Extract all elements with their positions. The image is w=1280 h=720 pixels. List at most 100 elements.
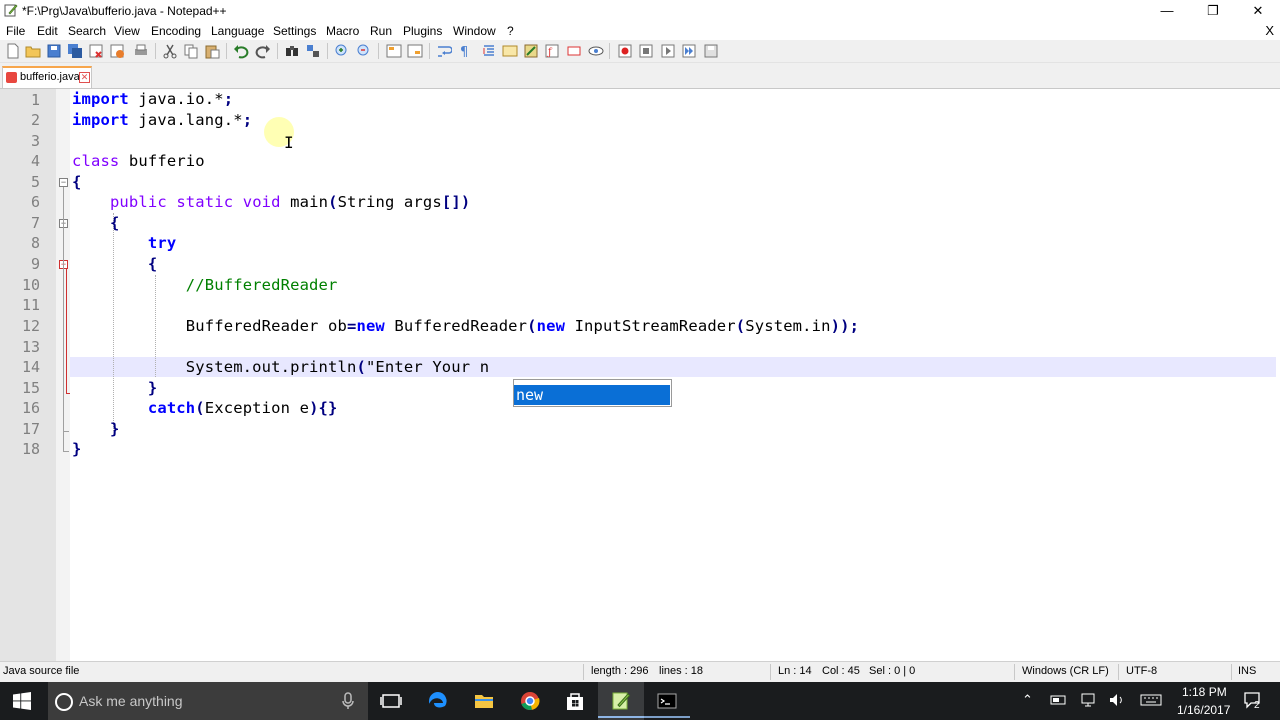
code-line-2: import java.lang.*;: [72, 111, 253, 129]
undo-icon[interactable]: [233, 43, 249, 59]
save-all-icon[interactable]: [67, 43, 83, 59]
battery-icon[interactable]: [1050, 693, 1068, 707]
command-prompt-icon[interactable]: [656, 690, 678, 712]
menu-view[interactable]: View: [114, 24, 140, 38]
minimize-button[interactable]: —: [1144, 0, 1190, 21]
show-hidden-icons-icon[interactable]: ⌃: [1022, 692, 1033, 708]
taskbar-time[interactable]: 1:18 PM: [1182, 685, 1227, 699]
save-icon[interactable]: [46, 43, 62, 59]
sync-vertical-icon[interactable]: [386, 43, 402, 59]
task-view-icon[interactable]: [380, 690, 402, 712]
new-file-icon[interactable]: [5, 43, 21, 59]
code-line-1: import java.io.*;: [72, 90, 234, 108]
menu-plugins[interactable]: Plugins: [403, 24, 442, 38]
run-macro-multiple-icon[interactable]: [681, 43, 697, 59]
microphone-icon[interactable]: [342, 692, 354, 710]
stop-recording-icon[interactable]: [638, 43, 654, 59]
status-col: Col : 45: [822, 665, 860, 677]
line-number: 7: [30, 214, 40, 232]
code-line-15: }: [147, 379, 158, 397]
line-number: 17: [21, 420, 40, 438]
record-macro-icon[interactable]: [617, 43, 633, 59]
file-explorer-icon[interactable]: [473, 690, 495, 712]
volume-icon[interactable]: [1108, 692, 1126, 708]
line-number: 5: [30, 173, 40, 191]
close-all-icon[interactable]: [109, 43, 125, 59]
save-macro-icon[interactable]: [703, 43, 719, 59]
menu-encoding[interactable]: Encoding: [151, 24, 201, 38]
status-length: length : 296: [591, 665, 649, 677]
menu-window[interactable]: Window: [453, 24, 496, 38]
fold-toggle-icon[interactable]: −: [59, 178, 68, 187]
line-number: 10: [21, 276, 40, 294]
function-list-icon[interactable]: ƒ: [544, 43, 560, 59]
code-line-4: class bufferio: [72, 152, 205, 170]
code-line-17: }: [109, 420, 120, 438]
code-line-7: {: [109, 214, 120, 232]
code-line-18: }: [72, 440, 82, 458]
line-number: 18: [21, 440, 40, 458]
tab-bufferio-java[interactable]: bufferio.java ✕: [2, 66, 92, 88]
monitoring-icon[interactable]: [588, 43, 604, 59]
copy-icon[interactable]: [183, 43, 199, 59]
line-number: 2: [30, 111, 40, 129]
code-line-9: {: [147, 255, 158, 273]
line-number: 13: [21, 338, 40, 356]
status-ln: Ln : 14: [778, 665, 812, 677]
fold-end: [63, 431, 69, 432]
text-cursor-icon: I: [284, 133, 294, 152]
open-file-icon[interactable]: [25, 43, 41, 59]
menu-search[interactable]: Search: [68, 24, 106, 38]
code-line-12: BufferedReader ob=new BufferedReader(new…: [72, 317, 860, 335]
menu-help[interactable]: ?: [507, 24, 514, 38]
word-wrap-icon[interactable]: [436, 43, 452, 59]
menu-language[interactable]: Language: [211, 24, 264, 38]
taskbar-date[interactable]: 1/16/2017: [1177, 703, 1230, 717]
zoom-in-icon[interactable]: [334, 43, 350, 59]
code-line-10: //BufferedReader: [185, 276, 338, 294]
status-insert-mode: INS: [1238, 665, 1257, 677]
tab-close-icon[interactable]: ✕: [79, 72, 90, 83]
notepad-plus-plus-taskbar-icon[interactable]: [610, 690, 632, 712]
line-number: 3: [30, 132, 40, 150]
show-all-characters-icon[interactable]: ¶: [457, 43, 473, 59]
print-icon[interactable]: [133, 43, 149, 59]
menu-macro[interactable]: Macro: [326, 24, 359, 38]
edge-browser-icon[interactable]: [427, 690, 449, 712]
doc-map-icon[interactable]: [523, 43, 539, 59]
playback-icon[interactable]: [660, 43, 676, 59]
folder-as-workspace-icon[interactable]: [566, 43, 582, 59]
user-defined-language-icon[interactable]: [502, 43, 518, 59]
close-button[interactable]: ✕: [1235, 0, 1280, 21]
line-number: 6: [30, 193, 40, 211]
code-line-8: try: [147, 234, 177, 252]
paste-icon[interactable]: [204, 43, 220, 59]
restore-button[interactable]: ❐: [1190, 0, 1236, 21]
redo-icon[interactable]: [255, 43, 271, 59]
unsaved-file-icon: [6, 72, 17, 83]
windows-start-icon[interactable]: [13, 692, 31, 710]
notification-count: 2: [1254, 700, 1260, 711]
cortana-icon: [55, 693, 73, 711]
network-icon[interactable]: [1080, 692, 1098, 708]
title-bar: *F:\Prg\Java\bufferio.java - Notepad++ —…: [0, 0, 1280, 21]
close-document-button[interactable]: X: [1265, 23, 1274, 38]
menu-file[interactable]: File: [6, 24, 25, 38]
menu-run[interactable]: Run: [370, 24, 392, 38]
find-icon[interactable]: [284, 43, 300, 59]
menu-settings[interactable]: Settings: [273, 24, 316, 38]
menu-edit[interactable]: Edit: [37, 24, 58, 38]
store-icon[interactable]: [564, 690, 586, 712]
replace-icon[interactable]: [305, 43, 321, 59]
indent-guide-icon[interactable]: [481, 43, 497, 59]
close-file-icon[interactable]: [88, 43, 104, 59]
svg-text:¶: ¶: [460, 45, 468, 59]
cut-icon[interactable]: [162, 43, 178, 59]
sync-horizontal-icon[interactable]: [407, 43, 423, 59]
running-app-indicator: [644, 716, 690, 718]
zoom-out-icon[interactable]: [356, 43, 372, 59]
chrome-icon[interactable]: [519, 690, 541, 712]
keyboard-icon[interactable]: [1140, 694, 1162, 706]
code-line-16: catch(Exception e){}: [147, 399, 338, 417]
autocomplete-item[interactable]: new: [514, 385, 670, 405]
